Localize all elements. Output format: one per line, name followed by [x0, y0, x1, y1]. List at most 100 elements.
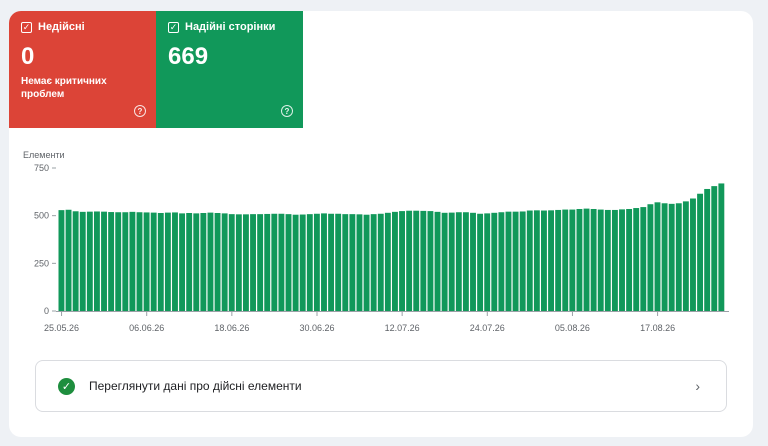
chart-bar: [72, 211, 79, 311]
invalid-subtitle: Немає критичних проблем: [21, 76, 107, 100]
invalid-tile-label: Недійсні: [38, 21, 85, 33]
chart-bar: [200, 212, 207, 311]
chart-bar: [697, 193, 704, 311]
chart-bar: [462, 212, 469, 311]
chart-bar: [704, 188, 711, 311]
coverage-card: ✓ Недійсні 0 Немає критичних проблем ? ✓…: [9, 11, 753, 437]
valid-tile[interactable]: ✓ Надійні сторінки 669 ?: [156, 11, 303, 128]
chart-bar: [115, 212, 122, 311]
chart-bar: [548, 210, 555, 311]
valid-tile-label: Надійні сторінки: [185, 21, 276, 33]
chart-bar: [413, 210, 420, 311]
invalid-tile-header: ✓ Недійсні: [21, 21, 144, 33]
chart-bar: [597, 209, 604, 311]
y-tick-label: 0: [44, 306, 49, 316]
chart-bar: [604, 209, 611, 311]
valid-count: 669: [168, 43, 209, 70]
chart-bar: [179, 213, 186, 311]
x-tick-label: 30.06.26: [299, 323, 334, 333]
checkbox-checked-icon[interactable]: ✓: [21, 21, 32, 33]
chart-bar: [335, 213, 342, 311]
y-tick-label: 750: [34, 163, 49, 173]
help-icon[interactable]: ?: [281, 105, 293, 117]
chart-bar: [143, 212, 150, 311]
chart-bar: [377, 213, 384, 311]
chart-bar: [505, 211, 512, 311]
chart-bar: [576, 208, 583, 311]
chart-bar: [150, 212, 157, 311]
chart-bar: [484, 213, 491, 311]
chart-bar: [420, 210, 427, 311]
view-valid-items-label: Переглянути дані про дійсні елементи: [89, 379, 302, 393]
chart-bar: [79, 211, 86, 311]
chart-bar: [271, 213, 278, 311]
chart-bar: [328, 213, 335, 311]
chart-bar: [257, 214, 264, 311]
x-tick-label: 24.07.26: [470, 323, 505, 333]
chart-bar: [242, 214, 249, 311]
chart-bar: [519, 211, 526, 311]
chart-bar: [611, 209, 618, 311]
check-circle-icon: ✓: [58, 377, 75, 395]
chart-bar: [477, 213, 484, 311]
chart-bar: [164, 212, 171, 311]
help-icon[interactable]: ?: [134, 105, 146, 117]
chart-bar: [86, 211, 93, 311]
x-tick-label: 06.06.26: [129, 323, 164, 333]
chart-bar: [186, 212, 193, 311]
invalid-count: 0: [21, 43, 35, 70]
chart-bar: [583, 208, 590, 311]
invalid-tile[interactable]: ✓ Недійсні 0 Немає критичних проблем ?: [9, 11, 156, 128]
chart-bar: [675, 203, 682, 311]
chart-bar: [718, 183, 725, 311]
chart-bar: [406, 210, 413, 311]
chart-bar: [690, 198, 696, 311]
chart-bar: [299, 214, 306, 311]
x-tick-label: 05.08.26: [555, 323, 590, 333]
chart-bar: [122, 212, 129, 311]
chevron-right-icon: ›: [695, 378, 700, 394]
chart-bar: [264, 213, 271, 311]
chart-bar: [441, 212, 448, 311]
chart-bar: [562, 209, 569, 311]
view-valid-items-row[interactable]: ✓ Переглянути дані про дійсні елементи ›: [35, 360, 727, 412]
chart-bar: [555, 209, 562, 311]
chart-bar: [221, 213, 228, 311]
chart-bar: [569, 209, 576, 311]
chart-y-label: Елементи: [23, 150, 65, 160]
chart-bar: [349, 214, 356, 311]
chart-bar: [654, 202, 661, 311]
valid-tile-header: ✓ Надійні сторінки: [168, 21, 291, 33]
chart-bar: [541, 210, 547, 311]
chart-bar: [321, 213, 327, 311]
chart-bar: [207, 212, 214, 311]
chart-bar: [633, 208, 640, 311]
chart-bar: [470, 212, 476, 311]
chart-bar: [682, 201, 689, 311]
chart-bar: [157, 212, 164, 311]
chart-bar: [129, 211, 136, 311]
chart-bar: [399, 211, 405, 311]
chart-bar: [640, 207, 647, 311]
chart-bar: [250, 214, 256, 311]
x-tick-label: 18.06.26: [214, 323, 249, 333]
chart-bar: [58, 210, 65, 311]
checkbox-checked-icon[interactable]: ✓: [168, 21, 179, 33]
x-tick-label: 12.07.26: [385, 323, 420, 333]
y-tick-label: 250: [34, 258, 49, 268]
chart-bar: [356, 214, 363, 311]
chart-bar: [427, 211, 434, 311]
chart-bar: [533, 210, 540, 311]
chart-bar: [455, 212, 462, 311]
chart-bar: [512, 211, 519, 311]
chart-bar: [228, 214, 235, 311]
chart-bar: [370, 214, 377, 311]
chart-bar: [93, 211, 100, 311]
x-tick-label: 25.05.26: [44, 323, 79, 333]
chart-bar: [172, 212, 178, 311]
chart-bar: [491, 212, 498, 311]
y-tick-label: 500: [34, 211, 49, 221]
status-tiles: ✓ Недійсні 0 Немає критичних проблем ? ✓…: [9, 11, 303, 128]
chart-bar: [498, 212, 505, 311]
chart-bar: [590, 208, 597, 311]
